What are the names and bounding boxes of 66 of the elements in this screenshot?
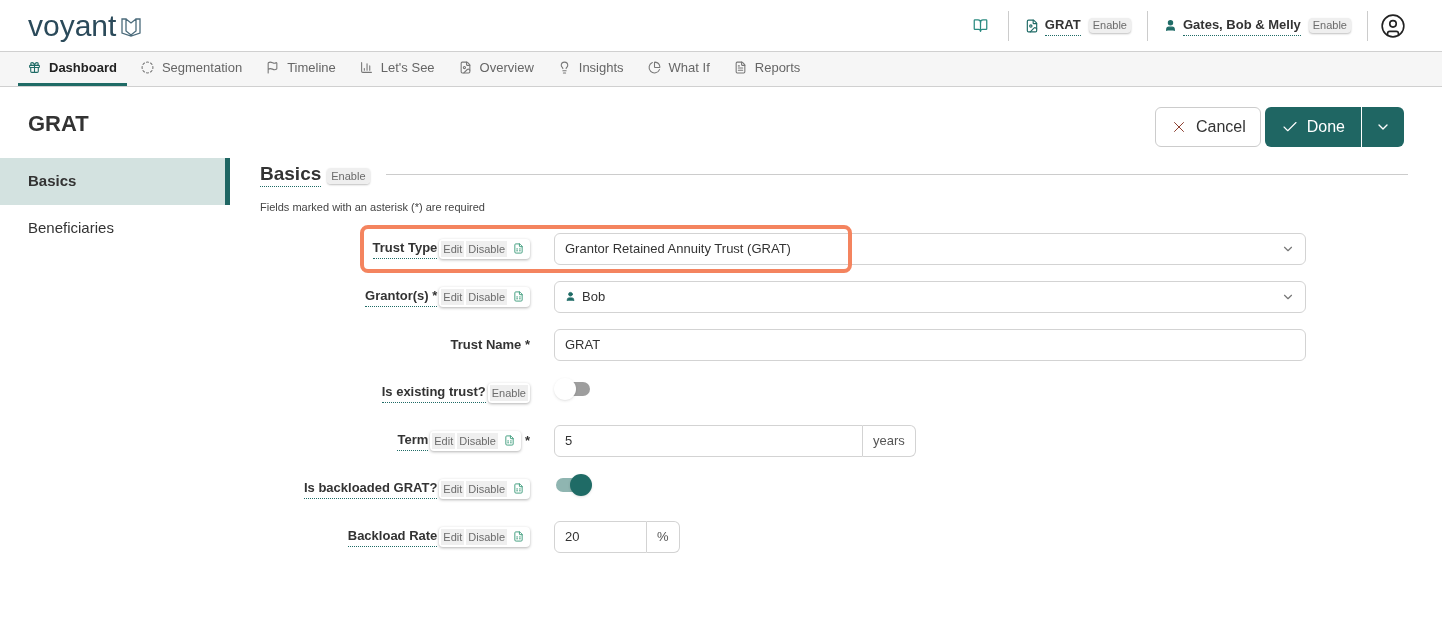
note-icon[interactable] — [513, 483, 524, 494]
field-label[interactable]: Grantor(s) * — [365, 286, 438, 307]
tool-chip[interactable]: Enable — [489, 384, 528, 401]
nav-tab[interactable]: Dashboard — [18, 52, 127, 86]
toggle-switch[interactable] — [554, 474, 592, 496]
tool-chip[interactable]: Edit — [441, 528, 465, 545]
enable-toggle[interactable]: Enable — [1308, 18, 1351, 33]
section-title[interactable]: Basics — [260, 162, 322, 187]
logo-text: voyant — [28, 10, 117, 41]
tool-chip[interactable]: Edit — [441, 288, 465, 305]
flag-icon — [266, 61, 280, 74]
enable-toggle[interactable]: Enable — [1088, 18, 1131, 33]
select-field[interactable]: Bob — [554, 280, 1306, 313]
field-label[interactable]: Backload Rate — [347, 526, 438, 547]
page-title: GRAT — [28, 110, 89, 138]
unit-label: % — [647, 520, 680, 553]
client-name[interactable]: Gates, Bob & Melly — [1183, 15, 1301, 36]
nav-tab[interactable]: What If — [637, 52, 720, 86]
note-icon[interactable] — [513, 243, 524, 254]
nav-tab[interactable]: Insights — [547, 52, 634, 86]
note-icon[interactable] — [503, 435, 515, 446]
required-mark: * — [524, 431, 530, 450]
ring-icon — [140, 61, 154, 74]
tool-chip[interactable]: Edit — [441, 240, 465, 257]
people-icon — [1164, 19, 1177, 32]
book-icon[interactable] — [972, 18, 988, 33]
plan-name[interactable]: GRAT — [1044, 15, 1081, 36]
tool-chip[interactable]: Edit — [432, 432, 456, 449]
select-field[interactable]: Grantor Retained Annuity Trust (GRAT) — [554, 232, 1306, 265]
input-field[interactable]: GRAT — [554, 328, 1306, 361]
tool-chip[interactable]: Edit — [441, 480, 465, 497]
field-label[interactable]: Trust Type — [372, 238, 438, 259]
gift-icon — [28, 61, 41, 74]
field-label: Trust Name * — [450, 335, 530, 354]
field-label[interactable]: Is existing trust? — [381, 382, 486, 403]
plan-icon — [1024, 18, 1039, 33]
field-label[interactable]: Is backloaded GRAT? — [303, 478, 438, 499]
select-value: Bob — [582, 287, 606, 306]
cancel-button[interactable]: Cancel — [1154, 107, 1261, 147]
tool-chip[interactable]: Disable — [466, 240, 507, 257]
document-icon — [733, 61, 747, 74]
note-icon[interactable] — [513, 531, 524, 542]
tool-chip[interactable]: Disable — [466, 288, 507, 305]
toggle-switch[interactable] — [554, 378, 592, 400]
tool-chip[interactable]: Disable — [466, 480, 507, 497]
bar-chart-icon — [359, 61, 373, 74]
nav-tab[interactable]: Segmentation — [130, 52, 253, 86]
enable-toggle[interactable]: Enable — [327, 167, 370, 184]
tool-chip[interactable]: Disable — [466, 528, 507, 545]
nav-tab[interactable]: Let's See — [349, 52, 445, 86]
account-icon[interactable] — [1380, 12, 1406, 39]
field-label[interactable]: Term — [397, 430, 429, 451]
nav-tab[interactable]: Overview — [448, 52, 544, 86]
unit-label: years — [863, 424, 916, 457]
sidebar-item[interactable]: Basics — [0, 158, 230, 205]
input-field[interactable]: 20 — [554, 520, 647, 553]
note-icon[interactable] — [513, 291, 524, 302]
pie-chart-icon — [647, 61, 661, 74]
picture-file-icon — [458, 61, 472, 74]
input-field[interactable]: 5 — [554, 424, 863, 457]
sidebar-item[interactable]: Beneficiaries — [0, 205, 230, 252]
required-note: Fields marked with an asterisk (*) are required — [260, 200, 486, 215]
nav-tab[interactable]: Timeline — [256, 52, 346, 86]
select-value: Grantor Retained Annuity Trust (GRAT) — [565, 239, 791, 258]
tool-chip[interactable]: Disable — [457, 432, 498, 449]
nav-tab[interactable]: Reports — [723, 52, 811, 86]
